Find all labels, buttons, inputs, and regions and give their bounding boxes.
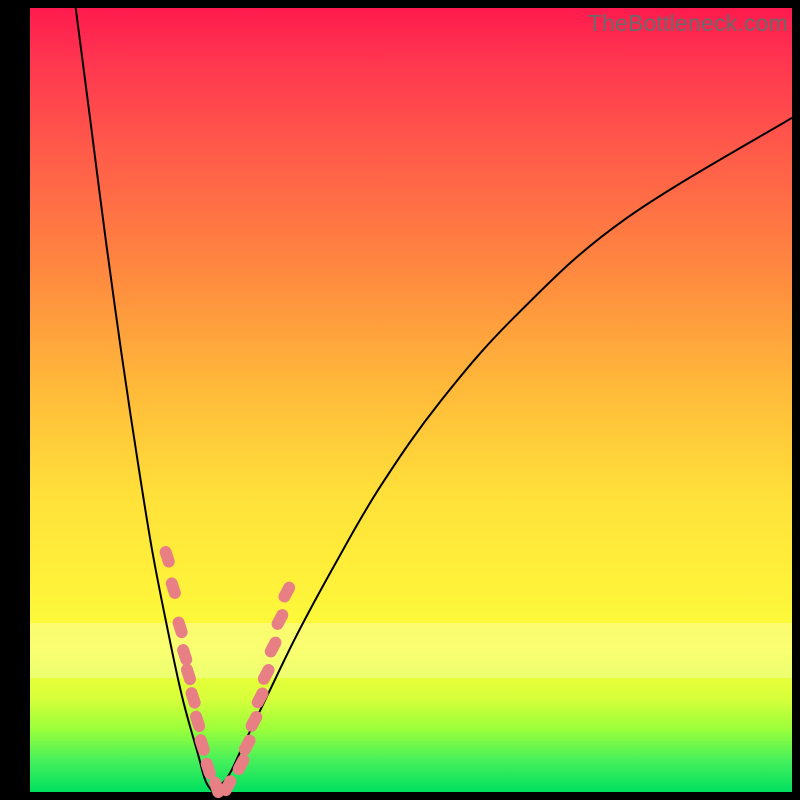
- bead-marker: [244, 709, 265, 734]
- bead-marker: [158, 544, 176, 569]
- bead-marker: [250, 685, 271, 710]
- bead-markers: [158, 544, 297, 799]
- bead-marker: [184, 686, 202, 711]
- bead-marker: [276, 580, 297, 605]
- bead-marker: [269, 607, 290, 632]
- right-branch-path: [213, 118, 792, 792]
- bead-marker: [176, 642, 194, 667]
- curve-layer: [30, 8, 792, 792]
- bead-marker: [164, 576, 182, 601]
- bead-marker: [179, 662, 197, 687]
- bead-marker: [171, 615, 189, 640]
- bead-marker: [263, 634, 284, 659]
- right-branch: [213, 118, 792, 792]
- plot-area: [30, 8, 792, 792]
- chart-frame: TheBottleneck.com: [0, 0, 800, 800]
